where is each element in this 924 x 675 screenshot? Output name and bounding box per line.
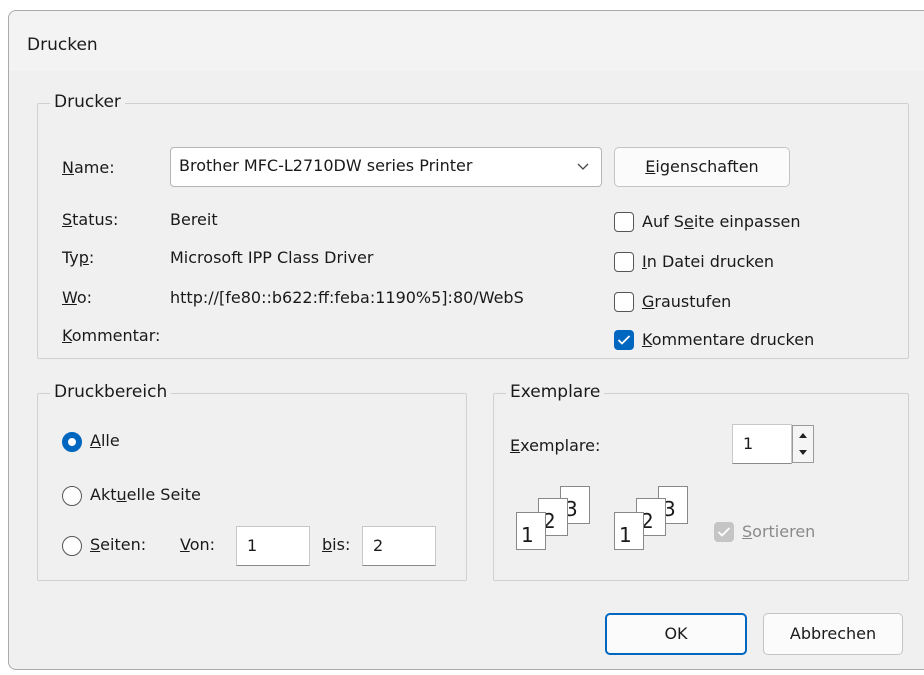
print-to-file-checkbox[interactable]	[614, 252, 634, 272]
cancel-button[interactable]: Abbrechen	[763, 613, 903, 655]
copies-input[interactable]: 1	[732, 424, 792, 464]
from-label: Von:	[180, 535, 216, 554]
spin-down-icon[interactable]	[793, 444, 813, 462]
printer-name-select[interactable]: Brother MFC-L2710DW series Printer	[170, 147, 602, 187]
copies-legend: Exemplare	[506, 382, 605, 402]
fit-to-page-checkbox[interactable]	[614, 212, 634, 232]
collate-illustration-2: 3 2 1	[612, 486, 704, 558]
print-comments-checkbox[interactable]	[614, 330, 634, 350]
status-value: Bereit	[170, 210, 218, 229]
checkmark-icon	[717, 527, 731, 537]
copies-spinner[interactable]	[792, 425, 814, 463]
range-pages-radio[interactable]	[62, 536, 82, 556]
grayscale-checkbox[interactable]	[614, 292, 634, 312]
range-all-radio[interactable]	[62, 432, 82, 452]
from-input[interactable]: 1	[236, 526, 310, 566]
properties-button[interactable]: Eigenschaften	[614, 147, 790, 187]
to-label: bis:	[322, 535, 351, 554]
page-icon: 1	[614, 512, 644, 550]
title-bar: Drucken	[9, 11, 924, 71]
grayscale-label: Graustufen	[642, 292, 732, 311]
collate-checkbox[interactable]	[714, 522, 734, 542]
range-pages-label: Seiten:	[90, 535, 147, 554]
where-label: Wo:	[62, 288, 93, 307]
copies-label: Exemplare:	[510, 436, 601, 455]
copies-group: Exemplare Exemplare: 1 3 2 1 3 2 1 Sorti…	[493, 382, 909, 581]
checkmark-icon	[617, 335, 631, 345]
fit-to-page-label: Auf Seite einpassen	[642, 212, 801, 231]
comment-label: Kommentar:	[62, 326, 161, 345]
where-value: http://[fe80::b622:ff:feba:1190%5]:80/We…	[170, 288, 524, 307]
printer-name-label: Name:	[62, 158, 115, 177]
printer-group: Drucker Name: Brother MFC-L2710DW series…	[37, 92, 909, 359]
print-comments-label: Kommentare drucken	[642, 330, 815, 349]
collate-label: Sortieren	[742, 522, 816, 541]
range-current-label: Aktuelle Seite	[90, 485, 201, 504]
to-input[interactable]: 2	[362, 526, 436, 566]
print-range-group: Druckbereich Alle Aktuelle Seite Seiten:…	[37, 382, 467, 581]
dialog-title: Drucken	[27, 35, 98, 55]
type-label: Typ:	[62, 248, 95, 267]
page-icon: 1	[516, 512, 546, 550]
status-label: Status:	[62, 210, 119, 229]
printer-group-legend: Drucker	[50, 92, 125, 112]
collate-illustration-1: 3 2 1	[514, 486, 606, 558]
spin-up-icon[interactable]	[793, 426, 813, 444]
range-all-label: Alle	[90, 431, 120, 450]
print-to-file-label: In Datei drucken	[642, 252, 775, 271]
print-range-legend: Druckbereich	[50, 382, 172, 402]
ok-button[interactable]: OK	[605, 613, 747, 655]
type-value: Microsoft IPP Class Driver	[170, 248, 374, 267]
chevron-down-icon	[577, 163, 589, 170]
range-current-radio[interactable]	[62, 486, 82, 506]
print-dialog: Drucken Drucker Name: Brother MFC-L2710D…	[8, 10, 924, 670]
printer-name-value: Brother MFC-L2710DW series Printer	[179, 156, 473, 175]
